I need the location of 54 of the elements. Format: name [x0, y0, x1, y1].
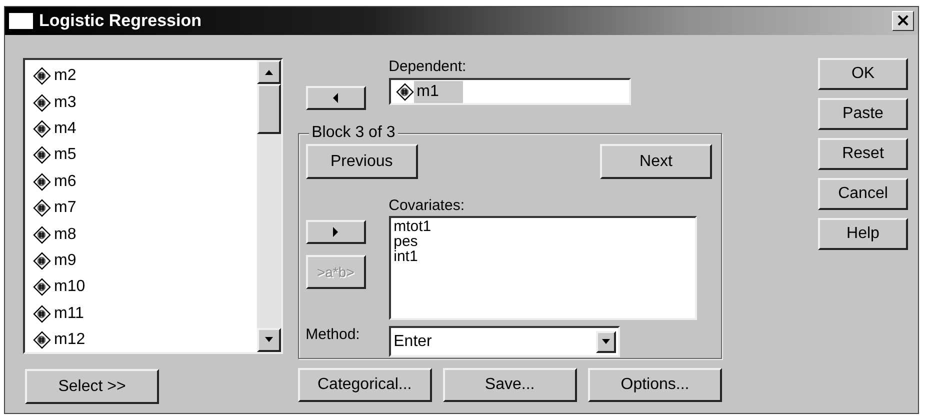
- variable-item[interactable]: m4: [33, 116, 257, 142]
- numeric-variable-icon: [33, 120, 51, 138]
- variable-item[interactable]: m9: [33, 248, 257, 274]
- numeric-variable-icon: [396, 82, 414, 100]
- method-label: Method:: [306, 326, 361, 343]
- variable-item[interactable]: m3: [33, 89, 257, 116]
- numeric-variable-icon: [33, 172, 51, 191]
- variable-item[interactable]: m11: [33, 300, 257, 327]
- dialog-button[interactable]: Save...: [442, 368, 577, 402]
- dialog-button[interactable]: Reset: [818, 138, 908, 170]
- left-arrow-icon: [332, 93, 339, 103]
- variable-item[interactable]: m5: [33, 142, 257, 169]
- variable-item[interactable]: m8: [33, 221, 257, 248]
- covariate-item[interactable]: mtot1: [394, 219, 692, 234]
- next-button[interactable]: Next: [600, 144, 712, 179]
- numeric-variable-icon: [33, 331, 51, 350]
- window-title: Logistic Regression: [39, 11, 202, 31]
- move-right-button[interactable]: [306, 220, 366, 244]
- covariate-item[interactable]: int1: [394, 249, 692, 264]
- variable-item[interactable]: m10: [33, 274, 257, 301]
- dialog-button[interactable]: OK: [818, 58, 908, 90]
- dialog-button[interactable]: Help: [818, 218, 908, 250]
- scrollbar-thumb[interactable]: [256, 84, 281, 134]
- scrollbar[interactable]: [256, 60, 281, 352]
- window-icon: [9, 13, 33, 29]
- dependent-label: Dependent:: [388, 58, 468, 75]
- method-dropdown[interactable]: Enter: [388, 326, 620, 357]
- dialog-button[interactable]: Options...: [588, 368, 722, 402]
- covariates-label: Covariates:: [388, 197, 466, 214]
- numeric-variable-icon: [33, 304, 51, 323]
- move-left-button[interactable]: [306, 86, 366, 110]
- numeric-variable-icon: [33, 67, 51, 86]
- numeric-variable-icon: [33, 199, 51, 218]
- numeric-variable-icon: [33, 146, 51, 164]
- dropdown-arrow-icon: [600, 338, 611, 344]
- dialog-button[interactable]: Categorical...: [298, 368, 432, 402]
- covariate-item[interactable]: pes: [394, 234, 692, 249]
- right-arrow-icon: [332, 227, 339, 237]
- scroll-down-icon: [264, 337, 274, 343]
- variable-item[interactable]: m2: [33, 63, 257, 90]
- dialog-button[interactable]: Cancel: [818, 178, 908, 210]
- previous-button[interactable]: Previous: [306, 144, 418, 179]
- dialog-button[interactable]: Paste: [818, 98, 908, 130]
- scroll-up-icon: [264, 69, 274, 75]
- close-button[interactable]: ×: [892, 11, 914, 31]
- numeric-variable-icon: [33, 278, 51, 296]
- variable-item[interactable]: m6: [33, 168, 257, 195]
- numeric-variable-icon: [33, 94, 51, 112]
- dependent-field[interactable]: m1: [388, 78, 631, 105]
- variable-item[interactable]: m12: [33, 326, 257, 352]
- variable-item[interactable]: m7: [33, 194, 257, 222]
- numeric-variable-icon: [33, 252, 51, 270]
- numeric-variable-icon: [33, 226, 51, 244]
- select-button[interactable]: Select >>: [25, 369, 159, 404]
